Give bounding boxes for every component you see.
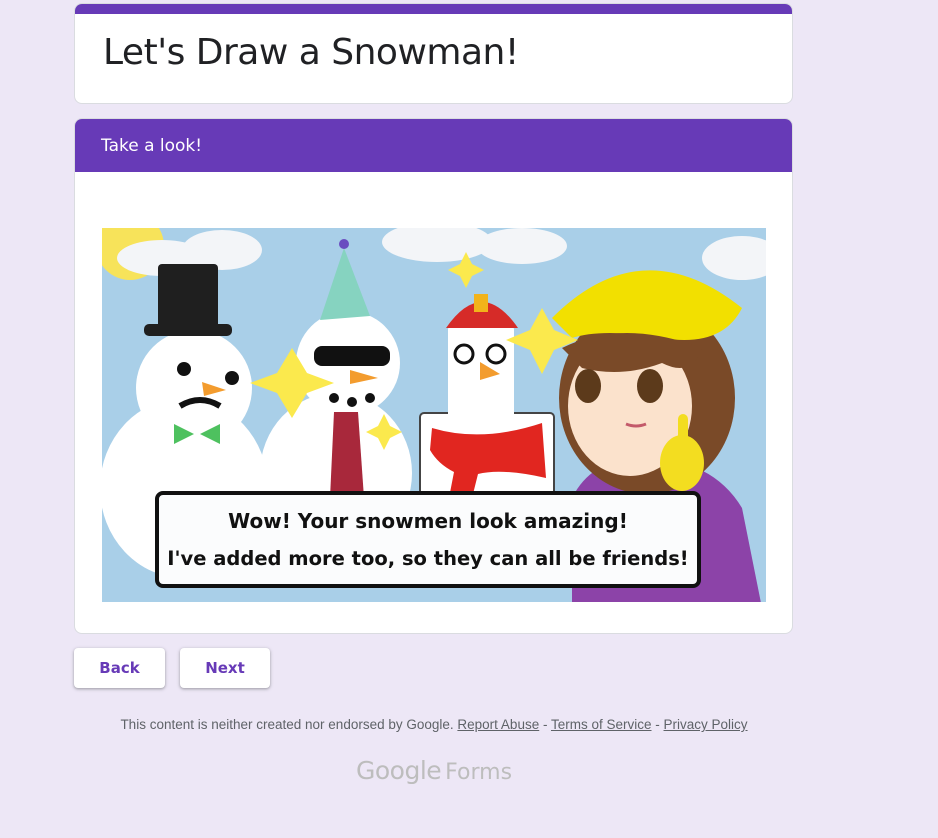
accent-bar <box>75 4 792 14</box>
form-title-card: Let's Draw a Snowman! <box>74 3 793 104</box>
report-abuse-link[interactable]: Report Abuse <box>457 717 539 732</box>
brand-google: Google <box>356 756 442 785</box>
speech-line-2: I've added more too, so they can all be … <box>167 547 689 570</box>
form-title: Let's Draw a Snowman! <box>103 32 519 73</box>
separator: - <box>539 717 551 732</box>
disclaimer-text: This content is neither created nor endo… <box>120 717 454 732</box>
terms-link[interactable]: Terms of Service <box>551 717 652 732</box>
brand-forms: Forms <box>445 760 513 785</box>
back-button[interactable]: Back <box>74 648 165 688</box>
section-header: Take a look! <box>75 119 792 172</box>
footer: This content is neither created nor endo… <box>74 717 794 732</box>
section-image: Wow! Your snowmen look amazing! I've add… <box>102 228 766 602</box>
next-button[interactable]: Next <box>180 648 270 688</box>
speech-line-1: Wow! Your snowmen look amazing! <box>228 509 628 533</box>
google-forms-logo[interactable]: Google Forms <box>356 756 512 785</box>
speech-bubble: Wow! Your snowmen look amazing! I've add… <box>155 491 701 588</box>
privacy-link[interactable]: Privacy Policy <box>664 717 748 732</box>
separator: - <box>651 717 664 732</box>
section-card: Take a look! Wow! Your snowmen look amaz… <box>74 118 793 634</box>
section-title: Take a look! <box>101 135 203 156</box>
